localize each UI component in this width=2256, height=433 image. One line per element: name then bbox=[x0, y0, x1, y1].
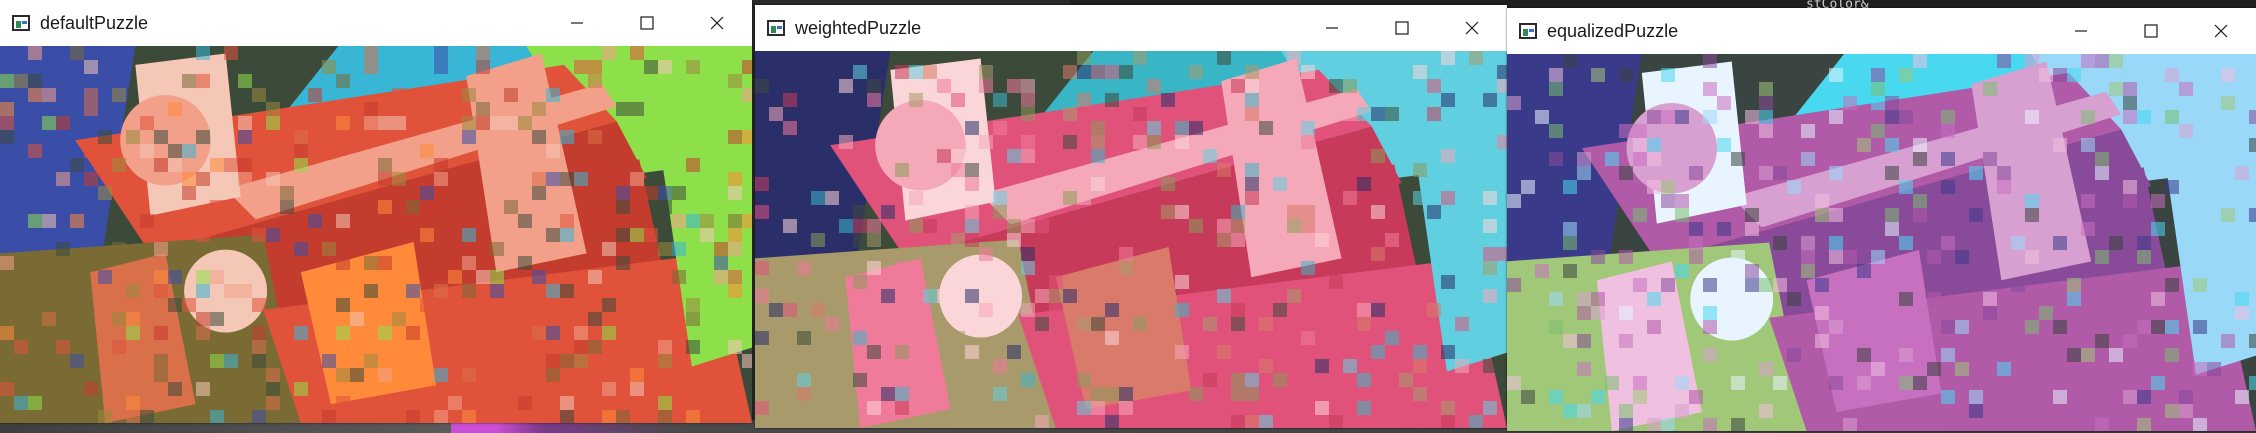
window-title: defaultPuzzle bbox=[40, 12, 149, 33]
app-icon bbox=[1519, 23, 1537, 39]
window-title: equalizedPuzzle bbox=[1547, 20, 1679, 41]
window-title: weightedPuzzle bbox=[795, 17, 922, 38]
image-canvas bbox=[0, 46, 752, 423]
maximize-button[interactable] bbox=[1367, 5, 1437, 51]
puzzle-mosaic-image bbox=[1507, 54, 2256, 431]
window-weighted-puzzle[interactable]: weightedPuzzle bbox=[755, 5, 1507, 428]
image-canvas bbox=[1507, 54, 2256, 431]
minimize-button[interactable] bbox=[542, 0, 612, 46]
maximize-icon bbox=[640, 16, 654, 30]
minimize-icon bbox=[2075, 30, 2087, 32]
title-bar[interactable]: defaultPuzzle bbox=[0, 0, 752, 46]
image-canvas bbox=[755, 51, 1507, 428]
close-button[interactable] bbox=[682, 0, 752, 46]
minimize-icon bbox=[571, 22, 583, 24]
close-icon bbox=[1465, 21, 1479, 35]
close-icon bbox=[2214, 24, 2228, 38]
maximize-button[interactable] bbox=[2116, 8, 2186, 54]
minimize-icon bbox=[1326, 27, 1338, 29]
window-equalized-puzzle[interactable]: equalizedPuzzle bbox=[1507, 8, 2256, 431]
close-button[interactable] bbox=[2186, 8, 2256, 54]
maximize-icon bbox=[1395, 21, 1409, 35]
title-bar[interactable]: weightedPuzzle bbox=[755, 5, 1507, 51]
minimize-button[interactable] bbox=[2046, 8, 2116, 54]
puzzle-mosaic-image bbox=[0, 46, 752, 423]
close-icon bbox=[710, 16, 724, 30]
window-default-puzzle[interactable]: defaultPuzzle bbox=[0, 0, 752, 423]
close-button[interactable] bbox=[1437, 5, 1507, 51]
maximize-icon bbox=[2144, 24, 2158, 38]
title-bar[interactable]: equalizedPuzzle bbox=[1507, 8, 2256, 54]
minimize-button[interactable] bbox=[1297, 5, 1367, 51]
app-icon bbox=[767, 20, 785, 36]
puzzle-mosaic-image bbox=[755, 51, 1507, 428]
app-icon bbox=[12, 15, 30, 31]
maximize-button[interactable] bbox=[612, 0, 682, 46]
